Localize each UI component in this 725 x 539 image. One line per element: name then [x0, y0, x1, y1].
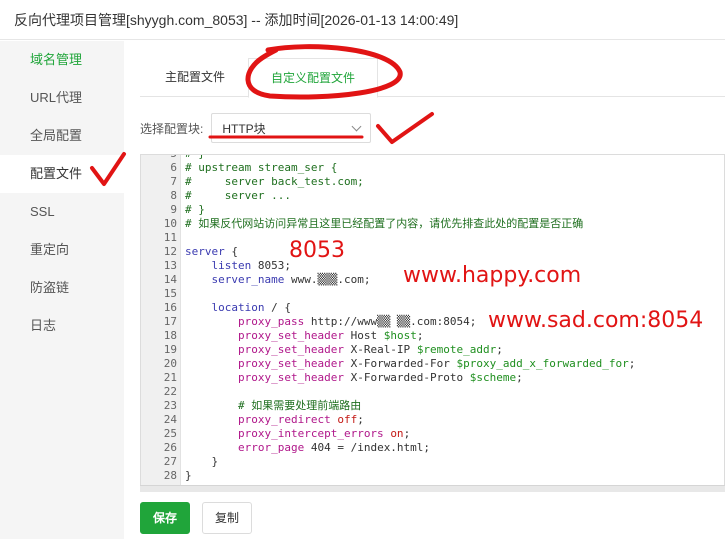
line-number: 7 — [170, 175, 177, 188]
sidebar-item-logs[interactable]: 日志 — [0, 307, 124, 345]
code-line: 6 # upstream stream_ser { — [141, 161, 724, 175]
code-text: } — [185, 469, 192, 482]
line-number: 14 — [163, 273, 177, 286]
code-line: 25 proxy_intercept_errors on; — [141, 427, 724, 441]
sidebar-item-ssl[interactable]: SSL — [0, 193, 124, 231]
line-number: 19 — [163, 343, 177, 356]
line-number: 9 — [170, 203, 177, 216]
code-text: server { — [185, 245, 238, 258]
line-number: 8 — [170, 189, 177, 202]
sidebar-item-label: URL代理 — [30, 90, 83, 105]
line-number: 11 — [163, 231, 177, 244]
annotation-port: 8053 — [289, 238, 345, 263]
line-number: 23 — [163, 399, 177, 412]
chevron-down-icon — [351, 121, 362, 131]
config-block-select[interactable]: HTTP块 — [211, 113, 372, 143]
save-button[interactable]: 保存 — [140, 502, 190, 534]
code-line: 28} — [141, 469, 724, 483]
code-line: 20 proxy_set_header X-Forwarded-For $pro… — [141, 357, 724, 371]
code-line: 27 } — [141, 455, 724, 469]
sidebar-item-label: 重定向 — [30, 242, 70, 257]
line-number: 18 — [163, 329, 177, 342]
code-text: proxy_set_header X-Real-IP $remote_addr; — [237, 343, 503, 356]
sidebar-item-global-config[interactable]: 全局配置 — [0, 117, 124, 155]
code-text: listen 8053; — [211, 259, 292, 272]
window-title-text: 反向代理项目管理[shyygh.com_8053] -- 添加时间[2026-0… — [14, 11, 459, 28]
sidebar-item-label: 配置文件 — [30, 166, 83, 181]
tab-custom-config[interactable]: 自定义配置文件 — [248, 58, 378, 98]
code-text: proxy_redirect off; — [237, 413, 364, 426]
line-number: 12 — [163, 245, 177, 258]
code-text: } — [185, 455, 219, 468]
code-line: 12 server { — [141, 245, 724, 259]
line-number: 16 — [163, 301, 177, 314]
window-title: 反向代理项目管理[shyygh.com_8053] -- 添加时间[2026-0… — [0, 0, 725, 40]
code-line: 7 # server back_test.com; — [141, 175, 724, 189]
config-block-label: 选择配置块: — [140, 121, 204, 136]
line-number: 22 — [163, 385, 177, 398]
sidebar-item-redirect[interactable]: 重定向 — [0, 231, 124, 269]
sidebar-item-hotlink[interactable]: 防盗链 — [0, 269, 124, 307]
code-text: # 如果反代网站访问异常且这里已经配置了内容，请优先排查此处的配置是否正确 — [185, 217, 584, 230]
horizontal-scrollbar[interactable] — [140, 485, 725, 492]
line-number: 21 — [163, 371, 177, 384]
code-line: 24 proxy_redirect off; — [141, 413, 724, 427]
code-text: proxy_set_header Host $host; — [237, 329, 424, 342]
code-text: location / { — [211, 301, 291, 314]
sidebar-item-label: 防盗链 — [30, 280, 70, 295]
code-text: error_page 404 = /index.html; — [237, 441, 431, 454]
annotation-upstream: www.sad.com:8054 — [488, 308, 704, 333]
code-line: 21 proxy_set_header X-Forwarded-Proto $s… — [141, 371, 724, 385]
sidebar-item-label: 日志 — [30, 318, 57, 333]
code-line: 26 error_page 404 = /index.html; — [141, 441, 724, 455]
sidebar: 域名管理 URL代理 全局配置 配置文件 SSL 重定向 防盗链 日志 — [0, 41, 124, 539]
code-line: 10 # 如果反代网站访问异常且这里已经配置了内容，请优先排查此处的配置是否正确 — [141, 217, 724, 231]
code-text: # server ... — [185, 189, 291, 202]
code-line: 9 # } — [141, 203, 724, 217]
code-text: # upstream stream_ser { — [185, 161, 338, 174]
line-number: 26 — [163, 441, 177, 454]
line-number: 5 — [141, 155, 177, 161]
code-text: proxy_pass http://www▒▒ ▒▒.com:8054; — [237, 315, 477, 328]
sidebar-item-label: SSL — [30, 204, 55, 219]
config-block-value: HTTP块 — [222, 121, 266, 136]
code-text: proxy_intercept_errors on; — [237, 427, 411, 440]
code-line: 23 # 如果需要处理前端路由 — [141, 399, 724, 413]
sidebar-item-url-proxy[interactable]: URL代理 — [0, 79, 124, 117]
sidebar-item-config-file[interactable]: 配置文件 — [0, 155, 124, 193]
line-number: 24 — [163, 413, 177, 426]
config-block-picker: 选择配置块: HTTP块 — [140, 113, 372, 143]
line-number: 20 — [163, 357, 177, 370]
copy-button[interactable]: 复制 — [202, 502, 252, 534]
line-number: 6 — [170, 161, 177, 174]
code-text: # } — [185, 155, 205, 161]
code-text: server_name www.▒▒▒.com; — [211, 273, 371, 286]
sidebar-item-label: 全局配置 — [30, 128, 83, 143]
line-number: 13 — [163, 259, 177, 272]
line-number: 27 — [163, 455, 177, 468]
code-line: 22 — [141, 385, 724, 399]
code-line: 8 # server ... — [141, 189, 724, 203]
code-line: 5 # } — [141, 155, 724, 161]
sidebar-item-label: 域名管理 — [30, 52, 83, 67]
code-text: # server back_test.com; — [185, 175, 364, 188]
code-line: 11 — [141, 231, 724, 245]
main-panel: 主配置文件 自定义配置文件 选择配置块: HTTP块 5 # } 6 # upstre… — [124, 41, 725, 539]
config-tabs: 主配置文件 自定义配置文件 — [140, 58, 725, 98]
sidebar-item-domain[interactable]: 域名管理 — [0, 41, 124, 79]
code-text: proxy_set_header X-Forwarded-Proto $sche… — [237, 371, 523, 384]
line-number: 17 — [163, 315, 177, 328]
line-number: 28 — [163, 469, 177, 482]
code-text: # 如果需要处理前端路由 — [185, 399, 362, 412]
code-text: proxy_set_header X-Forwarded-For $proxy_… — [237, 357, 636, 370]
line-number: 25 — [163, 427, 177, 440]
code-line: 15 — [141, 287, 724, 301]
annotation-domain: www.happy.com — [403, 263, 582, 288]
line-number: 10 — [163, 217, 177, 230]
code-line: 19 proxy_set_header X-Real-IP $remote_ad… — [141, 343, 724, 357]
tab-main-config[interactable]: 主配置文件 — [148, 58, 242, 97]
line-number: 15 — [163, 287, 177, 300]
code-text: # } — [185, 203, 205, 216]
